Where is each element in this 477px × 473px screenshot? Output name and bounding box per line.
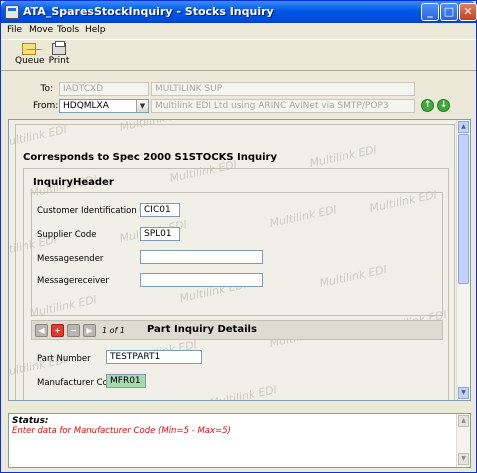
manufacturer-code-field[interactable]: MFR01 (106, 374, 146, 388)
delete-record-icon[interactable]: − (67, 324, 80, 337)
maximize-button[interactable]: □ (440, 3, 458, 21)
supplier-code-field[interactable]: SPL01 (140, 227, 180, 241)
arrow-down-icon[interactable]: ↓ (437, 99, 450, 112)
messagesender-label: Messagesender (37, 254, 104, 264)
arrow-up-icon[interactable]: ↑ (421, 99, 434, 112)
menu-tools[interactable]: Tools (57, 25, 79, 35)
part-details-title: Part Inquiry Details (147, 324, 257, 335)
from-row: From: HDQMLXA ▼ Multilink EDI Ltd using … (1, 98, 476, 116)
vertical-scrollbar[interactable]: ▲ ▼ (456, 120, 470, 400)
part-number-label: Part Number (37, 354, 91, 364)
to-code-field: IADTCXD (59, 82, 149, 96)
messagesender-field[interactable] (140, 250, 263, 264)
previous-record-icon[interactable]: ◀ (35, 324, 48, 337)
main-window: ATA_SparesStockInquiry - Stocks Inquiry … (0, 0, 477, 473)
queue-button[interactable]: Queue (15, 42, 45, 70)
queue-label: Queue (15, 56, 45, 66)
status-message: Enter data for Manufacturer Code (Min=5 … (12, 426, 231, 436)
from-code-value: HDQMLXA (63, 101, 109, 111)
part-number-field[interactable]: TESTPART1 (106, 350, 202, 364)
spec-title: Corresponds to Spec 2000 S1STOCKS Inquir… (23, 152, 277, 163)
close-button[interactable]: ✕ (459, 3, 477, 21)
supplier-code-label: Supplier Code (37, 230, 97, 240)
app-icon (5, 5, 19, 19)
scroll-thumb[interactable] (458, 134, 469, 284)
next-record-icon[interactable]: ▶ (83, 324, 96, 337)
chevron-down-icon[interactable]: ▼ (136, 100, 148, 112)
to-name-field: MULTILINK SUP (151, 82, 415, 96)
from-label: From: (33, 101, 59, 111)
from-desc-field: Multilink EDI Ltd using ARINC AviNet via… (151, 99, 415, 113)
messagereceiver-label: Messagereceiver (37, 276, 109, 286)
status-scroll-down-icon[interactable]: ▼ (458, 453, 469, 465)
menu-help[interactable]: Help (85, 25, 106, 35)
print-label: Print (48, 56, 70, 66)
from-code-select[interactable]: HDQMLXA ▼ (59, 99, 149, 113)
customer-id-field[interactable]: CIC01 (140, 203, 180, 217)
toolbar: Queue Print (1, 39, 476, 71)
status-panel: Status: Enter data for Manufacturer Code… (8, 413, 471, 468)
menu-bar: File Move Tools Help (1, 23, 476, 39)
printer-icon (52, 41, 66, 55)
form-panel: Multilink EDI Multilink EDI Multilink ED… (8, 119, 471, 401)
messagereceiver-field[interactable] (140, 273, 263, 287)
status-scroll-up-icon[interactable]: ▲ (458, 415, 469, 427)
envelope-icon (22, 43, 44, 55)
inquiry-header-title: InquiryHeader (33, 177, 114, 188)
to-row: To: IADTCXD MULTILINK SUP (1, 81, 476, 99)
scroll-up-icon[interactable]: ▲ (458, 121, 469, 133)
menu-file[interactable]: File (7, 25, 22, 35)
add-record-icon[interactable]: + (51, 324, 64, 337)
print-button[interactable]: Print (45, 41, 73, 70)
record-nav-bar: ◀ + − ▶ 1 of 1 Part Inquiry Details (31, 320, 443, 340)
window-title: ATA_SparesStockInquiry - Stocks Inquiry (23, 5, 274, 18)
title-bar[interactable]: ATA_SparesStockInquiry - Stocks Inquiry … (1, 1, 477, 23)
minimize-button[interactable]: _ (421, 3, 439, 21)
scroll-down-icon[interactable]: ▼ (458, 387, 469, 399)
record-counter: 1 of 1 (102, 326, 125, 335)
status-title: Status: (12, 416, 49, 426)
menu-move[interactable]: Move (29, 25, 53, 35)
to-label: To: (40, 84, 53, 94)
status-scrollbar[interactable]: ▲ ▼ (456, 414, 470, 467)
